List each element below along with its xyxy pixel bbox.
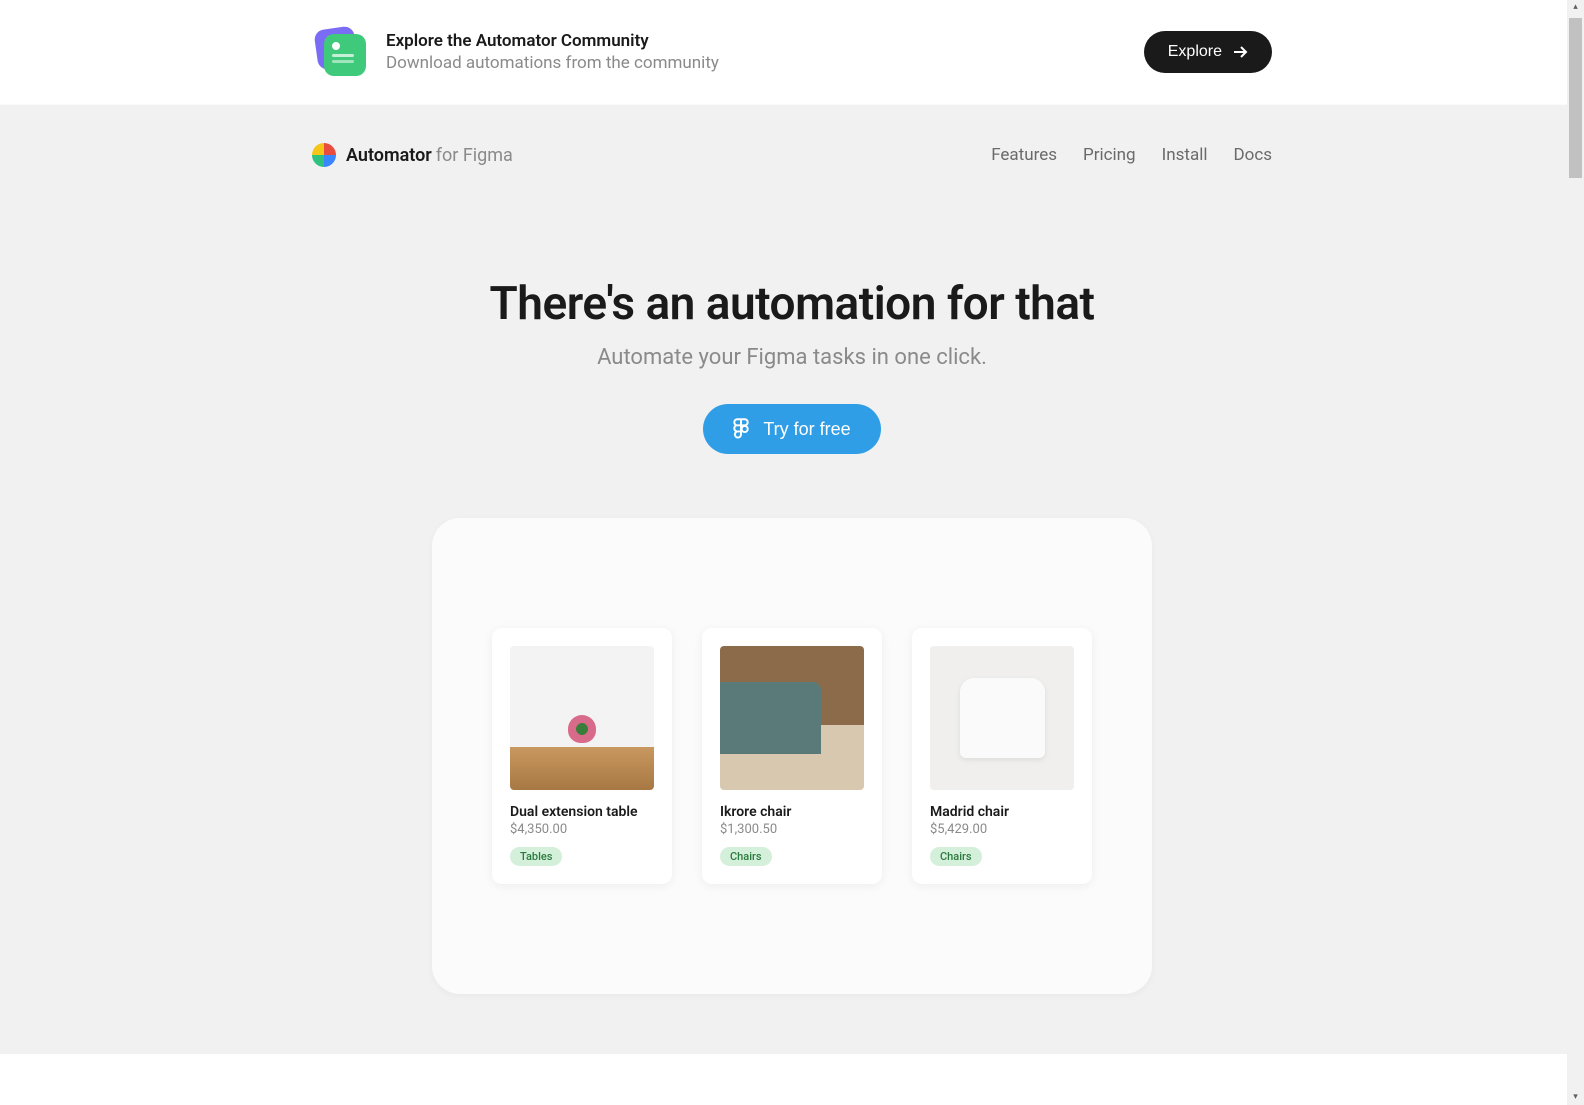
product-price: $4,350.00 (510, 822, 654, 837)
banner-title: Explore the Automator Community (386, 31, 719, 51)
try-free-button[interactable]: Try for free (703, 404, 880, 454)
product-tag: Chairs (930, 847, 982, 866)
scroll-down-icon[interactable]: ▾ (1570, 1092, 1581, 1103)
logo[interactable]: Automator for Figma (312, 143, 513, 167)
product-card: Dual extension table $4,350.00 Tables (492, 628, 672, 884)
brand-name: Automator (346, 145, 432, 166)
nav-features[interactable]: Features (991, 145, 1057, 165)
product-title: Madrid chair (930, 804, 1074, 820)
hero-headline: There's an automation for that (312, 277, 1272, 331)
nav-install[interactable]: Install (1162, 145, 1208, 165)
product-price: $1,300.50 (720, 822, 864, 837)
try-free-label: Try for free (763, 419, 850, 440)
product-title: Ikrore chair (720, 804, 864, 820)
scrollbar-thumb[interactable] (1569, 18, 1582, 178)
product-image (510, 646, 654, 790)
brand-suffix: for Figma (436, 145, 513, 166)
top-nav: Automator for Figma Features Pricing Ins… (312, 105, 1272, 205)
banner-subtitle: Download automations from the community (386, 53, 719, 73)
hero-subhead: Automate your Figma tasks in one click. (312, 345, 1272, 370)
product-price: $5,429.00 (930, 822, 1074, 837)
demo-panel: Dual extension table $4,350.00 Tables Ik… (432, 518, 1152, 994)
logo-icon (312, 143, 336, 167)
community-banner: Explore the Automator Community Download… (0, 0, 1584, 105)
explore-button-label: Explore (1168, 43, 1222, 61)
product-tag: Tables (510, 847, 562, 866)
product-image (930, 646, 1074, 790)
product-title: Dual extension table (510, 804, 654, 820)
scrollbar[interactable]: ▴ ▾ (1567, 0, 1584, 1105)
community-icon (312, 24, 368, 80)
scroll-up-icon[interactable]: ▴ (1570, 2, 1581, 13)
hero: There's an automation for that Automate … (312, 205, 1272, 498)
explore-button[interactable]: Explore (1144, 31, 1272, 73)
nav-pricing[interactable]: Pricing (1083, 145, 1136, 165)
product-tag: Chairs (720, 847, 772, 866)
product-card: Madrid chair $5,429.00 Chairs (912, 628, 1092, 884)
product-card: Ikrore chair $1,300.50 Chairs (702, 628, 882, 884)
arrow-right-icon (1232, 44, 1248, 60)
product-image (720, 646, 864, 790)
nav-docs[interactable]: Docs (1233, 145, 1272, 165)
figma-icon (733, 418, 749, 440)
